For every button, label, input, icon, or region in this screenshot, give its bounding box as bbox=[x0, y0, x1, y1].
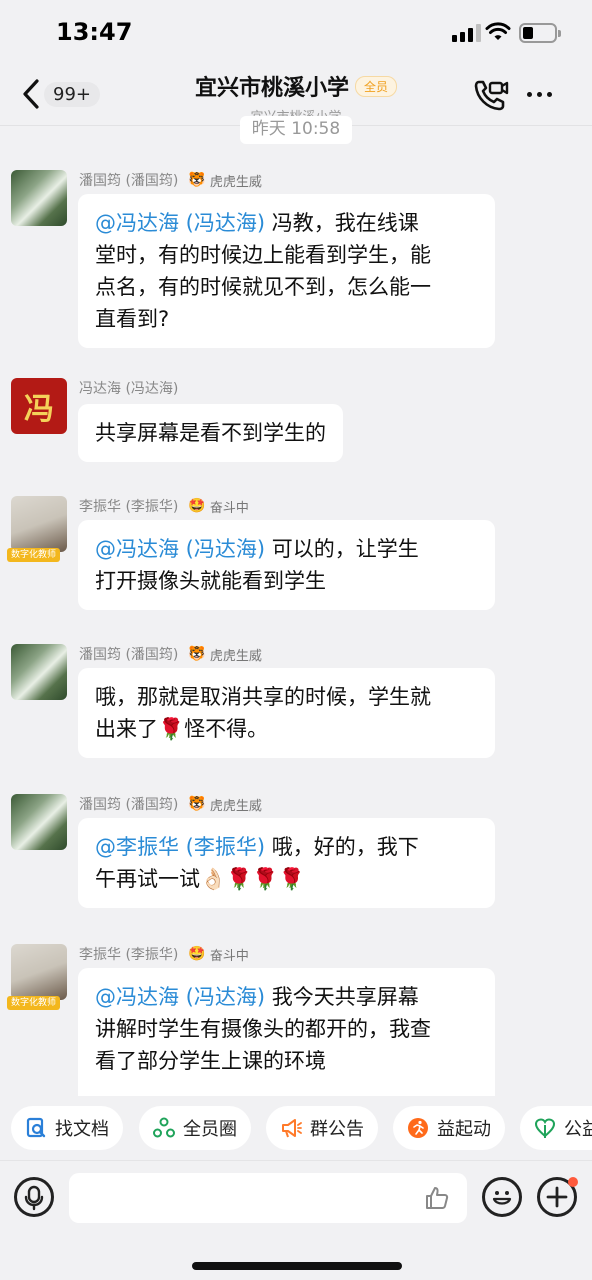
group-title: 宜兴市桃溪小学 bbox=[194, 76, 349, 101]
message-text-line: 堂时，有的时候边上能看到学生，能 bbox=[95, 243, 431, 267]
member-title-badge: 🐯 虎虎生威 bbox=[188, 171, 261, 190]
message-text-line: 看了部分学生上课的环境 bbox=[95, 1049, 326, 1073]
all-members-circle-button[interactable]: 全员圈 bbox=[139, 1106, 251, 1150]
avatar[interactable]: 数字化教师 bbox=[7, 496, 71, 562]
quick-action-label: 全员圈 bbox=[183, 1119, 237, 1140]
star-eyes-icon: 🤩 bbox=[188, 946, 206, 962]
circle-group-icon bbox=[153, 1117, 175, 1139]
video-call-icon[interactable] bbox=[473, 78, 509, 112]
emoji-button[interactable] bbox=[482, 1177, 522, 1217]
member-title-text: 奋斗中 bbox=[209, 948, 249, 964]
status-bar: 13:47 bbox=[0, 0, 592, 64]
member-title-badge: 🐯 虎虎生威 bbox=[188, 795, 261, 814]
message-list[interactable]: 潘国筠 (潘国筠) 🐯 虎虎生威 @冯达海 (冯达海) 冯教，我在线课 堂时，有… bbox=[0, 126, 592, 1096]
avatar-tag: 数字化教师 bbox=[7, 548, 61, 562]
runner-icon bbox=[407, 1117, 429, 1139]
charity-button[interactable]: 公益 bbox=[520, 1106, 592, 1150]
quick-action-bar: 找文档 全员圈 群公告 益起动 公益 bbox=[0, 1106, 592, 1154]
message-bubble[interactable]: 共享屏幕是看不到学生的 bbox=[78, 404, 343, 462]
tiger-icon: 🐯 bbox=[188, 646, 206, 662]
message-text-line: 出来了🌹怪不得。 bbox=[95, 717, 269, 741]
avatar[interactable] bbox=[11, 170, 67, 226]
tiger-icon: 🐯 bbox=[188, 172, 206, 188]
avatar-tag: 数字化教师 bbox=[7, 996, 61, 1010]
sender-name: 潘国筠 (潘国筠) bbox=[79, 647, 179, 663]
member-title-text: 虎虎生威 bbox=[209, 174, 262, 190]
message-text-input[interactable] bbox=[69, 1173, 467, 1223]
message-text-line: 共享屏幕是看不到学生的 bbox=[95, 421, 326, 445]
message-text-line: 哦，那就是取消共享的时候，学生就 bbox=[95, 685, 431, 709]
avatar[interactable]: 数字化教师 bbox=[7, 944, 71, 1010]
sender-name: 李振华 (李振华) bbox=[79, 499, 179, 515]
status-time: 13:47 bbox=[56, 18, 133, 46]
more-options-icon[interactable] bbox=[527, 92, 552, 97]
member-title-badge: 🤩 奋斗中 bbox=[188, 945, 248, 964]
quick-action-label: 益起动 bbox=[437, 1119, 491, 1140]
avatar[interactable] bbox=[11, 644, 67, 700]
message-text-line: 午再试一试👌🏻🌹🌹🌹 bbox=[95, 867, 305, 891]
star-eyes-icon: 🤩 bbox=[188, 498, 206, 514]
message-bubble[interactable]: @李振华 (李振华) 哦，好的，我下 午再试一试👌🏻🌹🌹🌹 bbox=[78, 818, 495, 908]
thumbs-up-icon[interactable] bbox=[424, 1185, 450, 1211]
doc-search-icon bbox=[25, 1117, 47, 1139]
notification-dot bbox=[568, 1177, 578, 1187]
mention-link[interactable]: @冯达海 (冯达海) bbox=[95, 211, 265, 235]
message-bubble[interactable]: @冯达海 (冯达海) 我今天共享屏幕 讲解时学生有摄像头的都开的，我查 看了部分… bbox=[78, 968, 495, 1096]
message-bubble[interactable]: @冯达海 (冯达海) 冯教，我在线课 堂时，有的时候边上能看到学生，能 点名，有… bbox=[78, 194, 495, 348]
mention-link[interactable]: @李振华 (李振华) bbox=[95, 835, 265, 859]
avatar[interactable]: 冯 bbox=[11, 378, 67, 434]
quick-action-label: 找文档 bbox=[55, 1119, 109, 1140]
message-text-line: 哦，好的，我下 bbox=[271, 835, 419, 859]
voice-input-button[interactable] bbox=[14, 1177, 54, 1217]
member-title-badge: 🐯 虎虎生威 bbox=[188, 645, 261, 664]
message-text-line: 打开摄像头就能看到学生 bbox=[95, 569, 326, 593]
avatar[interactable] bbox=[11, 794, 67, 850]
cellular-signal-icon bbox=[452, 24, 481, 42]
message-text-line: 直看到? bbox=[95, 307, 170, 331]
message-bubble[interactable]: 哦，那就是取消共享的时候，学生就 出来了🌹怪不得。 bbox=[78, 668, 495, 758]
tiger-icon: 🐯 bbox=[188, 796, 206, 812]
mention-link[interactable]: @冯达海 (冯达海) bbox=[95, 537, 265, 561]
member-title-text: 虎虎生威 bbox=[209, 798, 262, 814]
home-indicator bbox=[192, 1262, 402, 1270]
message-text-line: 点名，有的时候就见不到，怎么能一 bbox=[95, 275, 431, 299]
microphone-icon bbox=[24, 1185, 44, 1211]
charity-icon bbox=[534, 1117, 556, 1139]
member-title-text: 奋斗中 bbox=[209, 500, 249, 516]
smiley-icon bbox=[492, 1191, 512, 1205]
sender-name: 潘国筠 (潘国筠) bbox=[79, 797, 179, 813]
wifi-icon bbox=[485, 22, 511, 40]
message-timestamp: 昨天 10:58 bbox=[240, 116, 352, 144]
battery-icon bbox=[519, 23, 561, 43]
member-title-badge: 🤩 奋斗中 bbox=[188, 497, 248, 516]
group-announcement-button[interactable]: 群公告 bbox=[266, 1106, 378, 1150]
megaphone-icon bbox=[280, 1117, 302, 1139]
member-title-text: 虎虎生威 bbox=[209, 648, 262, 664]
sender-name: 潘国筠 (潘国筠) bbox=[79, 173, 179, 189]
message-text-line: 冯教，我在线课 bbox=[271, 211, 419, 235]
sender-name: 李振华 (李振华) bbox=[79, 947, 179, 963]
message-text-line: 可以的，让学生 bbox=[271, 537, 419, 561]
avatar-character: 冯 bbox=[24, 392, 54, 427]
sender-name: 冯达海 (冯达海) bbox=[79, 381, 179, 397]
quick-action-label: 群公告 bbox=[310, 1119, 364, 1140]
message-text-line: 讲解时学生有摄像头的都开的，我查 bbox=[95, 1017, 431, 1041]
members-badge: 全员 bbox=[355, 75, 398, 97]
message-bubble[interactable]: @冯达海 (冯达海) 可以的，让学生 打开摄像头就能看到学生 bbox=[78, 520, 495, 610]
mention-link[interactable]: @冯达海 (冯达海) bbox=[95, 985, 265, 1009]
message-text-line: 我今天共享屏幕 bbox=[271, 985, 419, 1009]
yiqidong-button[interactable]: 益起动 bbox=[393, 1106, 505, 1150]
find-docs-button[interactable]: 找文档 bbox=[11, 1106, 123, 1150]
quick-action-label: 公益 bbox=[564, 1119, 592, 1140]
